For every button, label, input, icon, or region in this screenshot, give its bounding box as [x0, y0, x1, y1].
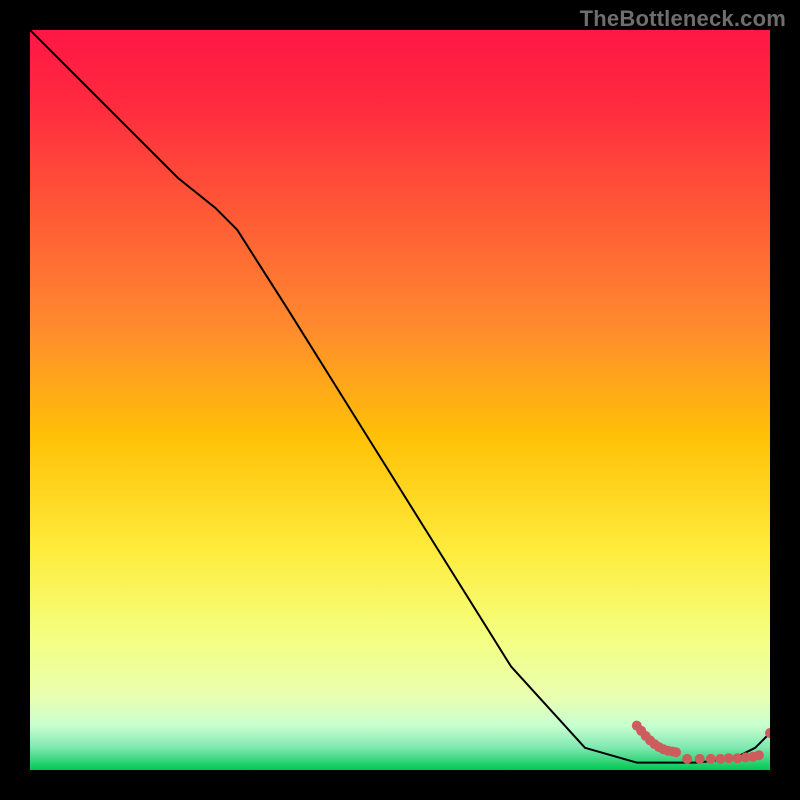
marker-point	[724, 753, 734, 763]
plot-svg	[30, 30, 770, 770]
marker-point	[754, 750, 764, 760]
marker-point	[695, 754, 705, 764]
marker-point	[682, 754, 692, 764]
watermark-text: TheBottleneck.com	[580, 6, 786, 32]
chart-stage: TheBottleneck.com	[0, 0, 800, 800]
plot-area	[30, 30, 770, 770]
marker-point	[671, 747, 681, 757]
marker-point	[706, 754, 716, 764]
